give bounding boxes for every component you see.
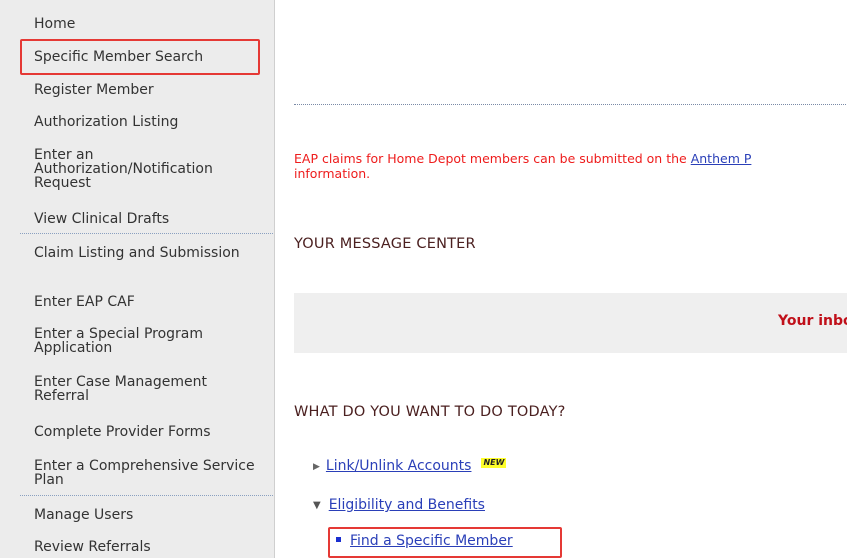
caret-right-icon[interactable]: ▶: [313, 462, 320, 472]
sidebar-divider: [20, 495, 273, 496]
notice-text: EAP claims for Home Depot members can be…: [294, 151, 691, 166]
main-content: EAP claims for Home Depot members can be…: [276, 0, 847, 558]
sidebar-item-case-management-referral[interactable]: Enter Case Management Referral: [34, 375, 264, 403]
notice-text-continued: information.: [294, 166, 371, 181]
anthem-portal-link[interactable]: Anthem P: [691, 151, 752, 166]
sidebar-nav: Home Specific Member Search Register Mem…: [0, 0, 275, 558]
eligibility-benefits-link[interactable]: Eligibility and Benefits: [329, 497, 485, 513]
caret-down-icon[interactable]: ▼: [313, 500, 321, 511]
sidebar-item-enter-authorization[interactable]: Enter an Authorization/Notification Requ…: [34, 148, 264, 190]
sidebar-item-manage-users[interactable]: Manage Users: [34, 508, 264, 522]
sidebar-item-home[interactable]: Home: [34, 17, 264, 31]
eap-claims-notice: EAP claims for Home Depot members can be…: [294, 151, 847, 181]
sidebar-item-special-program-application[interactable]: Enter a Special Program Application: [34, 327, 264, 355]
action-eligibility-benefits: ▼ Eligibility and Benefits: [313, 497, 485, 513]
dotted-divider: [294, 104, 847, 105]
sidebar-item-enter-eap-caf[interactable]: Enter EAP CAF: [34, 295, 264, 309]
sidebar-item-claim-listing[interactable]: Claim Listing and Submission: [34, 246, 264, 260]
sidebar-item-view-clinical-drafts[interactable]: View Clinical Drafts: [34, 212, 264, 226]
highlight-box-find-member: [328, 527, 562, 558]
sidebar-item-comprehensive-service-plan[interactable]: Enter a Comprehensive Service Plan: [34, 459, 264, 487]
sidebar-item-register-member[interactable]: Register Member: [34, 83, 264, 97]
inbox-status: Your inbox: [778, 313, 847, 329]
sidebar-item-review-referrals[interactable]: Review Referrals: [34, 540, 264, 554]
sidebar-divider: [20, 233, 273, 234]
action-link-unlink-accounts: ▶ Link/Unlink Accounts NEW: [313, 458, 507, 474]
todo-heading: WHAT DO YOU WANT TO DO TODAY?: [294, 404, 566, 420]
highlight-box-member-search: [20, 39, 260, 75]
new-badge: NEW: [481, 458, 507, 468]
message-center-box: Your inbox: [294, 293, 847, 353]
sidebar-item-authorization-listing[interactable]: Authorization Listing: [34, 115, 264, 129]
sidebar-item-complete-provider-forms[interactable]: Complete Provider Forms: [34, 425, 264, 439]
message-center-heading: YOUR MESSAGE CENTER: [294, 236, 476, 252]
link-unlink-accounts-link[interactable]: Link/Unlink Accounts: [326, 458, 472, 474]
